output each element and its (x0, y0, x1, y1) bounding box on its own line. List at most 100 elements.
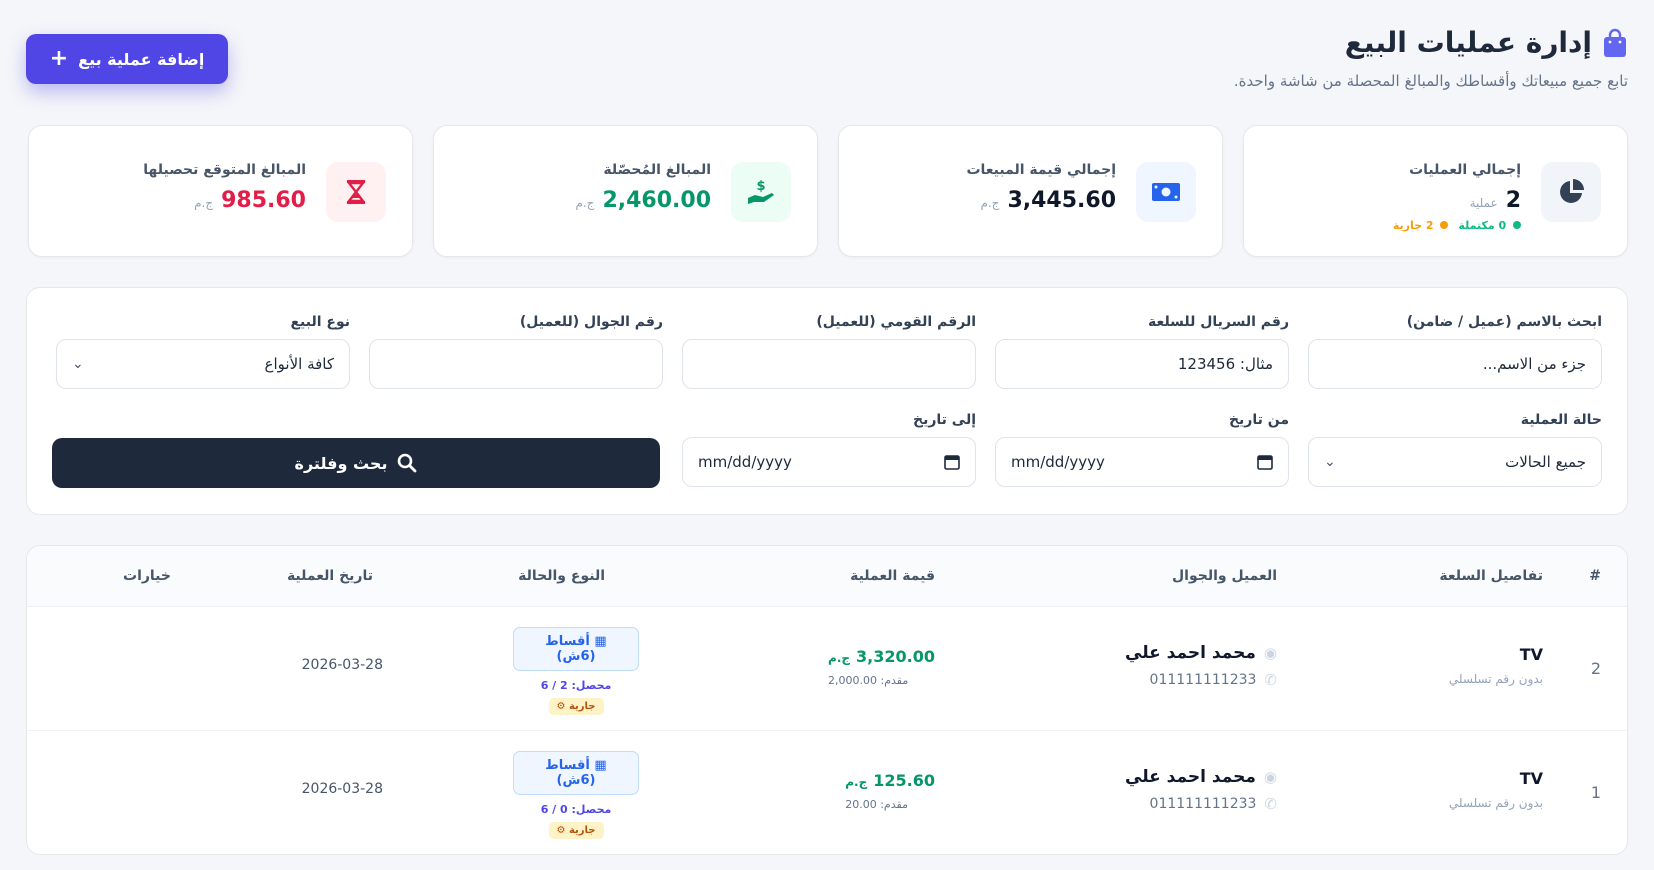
amount-row: 3,320.00 ج.م (828, 647, 935, 666)
search-filter-button[interactable]: بحث وفلترة (52, 438, 660, 488)
phone-label: رقم الجوال (للعميل) (519, 314, 663, 330)
calendar-icon[interactable] (1257, 454, 1273, 470)
status-badge: جارية ⚙ (548, 698, 604, 715)
ongoing-number: 2 (1425, 219, 1434, 232)
to-date-field: إلى تاريخ mm/dd/yyyy (682, 412, 976, 487)
pie-chart-icon (1541, 162, 1601, 222)
stat-value-row: 3,445.60 ج.م (966, 188, 1116, 213)
column-header-index: # (1589, 568, 1601, 584)
stat-label: إجمالي العمليات (1409, 162, 1521, 178)
stat-value-row: 985.60 ج.م (143, 188, 306, 213)
sale-type-value: كافة الأنواع (264, 355, 334, 373)
name-search-label: ابحث بالاسم (عميل / ضامن) (1406, 314, 1602, 330)
customer-name[interactable]: محمد احمد علي (1125, 767, 1256, 787)
table-row[interactable]: 1 TV بدون رقم تسلسلي ◉ محمد احمد علي ✆ 0… (27, 731, 1627, 854)
from-date-input[interactable]: mm/dd/yyyy (995, 437, 1289, 487)
customer-phone: 011111111233 (1149, 796, 1257, 812)
column-header-type-status: النوع والحالة (518, 568, 605, 584)
customer-name-row: ◉ محمد احمد علي (1125, 643, 1277, 663)
add-sale-label: إضافة عملية بيع (78, 49, 205, 69)
national-id-field: الرقم القومي (للعميل) (682, 314, 976, 389)
collected-count: محصل: 2 / 6 (540, 679, 612, 692)
from-date-label: من تاريخ (1228, 412, 1289, 428)
stat-text: إجمالي العمليات 2 عملية 0 مكتملة 2 جارية (1393, 162, 1521, 232)
calendar-icon: ▦ (594, 634, 607, 649)
date-cell: 2026-03-28 (301, 781, 383, 797)
amount-value: 3,320.00 (856, 647, 935, 666)
row-index: 2 (1590, 659, 1601, 678)
stat-text: إجمالي قيمة المبيعات 3,445.60 ج.م (966, 162, 1116, 213)
customer-cell: ◉ محمد احمد علي ✆ 011111111233 (1125, 643, 1277, 689)
calendar-icon: ▦ (594, 758, 607, 773)
item-cell: TV بدون رقم تسلسلي (1449, 645, 1543, 686)
installment-type-label: أقساط (6ش) (545, 634, 596, 664)
amount-unit: ج.م (828, 651, 851, 665)
stat-unit: ج.م (980, 196, 1000, 210)
amount-value: 125.60 (873, 771, 935, 790)
shopping-bag-icon (1604, 28, 1626, 57)
phone-input[interactable] (369, 339, 663, 389)
deposit: مقدم: 20.00 (845, 798, 908, 811)
amount-cell: 3,320.00 ج.م مقدم: 2,000.00 (828, 647, 935, 687)
search-filter-label: بحث وفلترة (294, 453, 388, 473)
item-serial: بدون رقم تسلسلي (1448, 796, 1543, 810)
serial-label: رقم السريال للسلعة (1148, 314, 1289, 330)
user-circle-icon: ◉ (1263, 644, 1277, 662)
from-date-field: من تاريخ mm/dd/yyyy (995, 412, 1289, 487)
amount-cell: 125.60 ج.م مقدم: 20.00 (845, 771, 935, 811)
title-row: إدارة عمليات البيع (1345, 26, 1628, 59)
to-date-input[interactable]: mm/dd/yyyy (682, 437, 976, 487)
stat-text: المبالغ المُحصّلة 2,460.00 ج.م (575, 162, 711, 213)
status-label: حالة العملية (1520, 412, 1602, 428)
hand-dollar-icon: $ (731, 162, 791, 222)
status-value: جميع الحالات (1505, 453, 1586, 471)
table-row[interactable]: 2 TV بدون رقم تسلسلي ◉ محمد احمد علي ✆ 0… (27, 607, 1627, 731)
phone-icon: ✆ (1264, 795, 1277, 813)
money-bill-icon (1136, 162, 1196, 222)
column-header-date: تاريخ العملية (286, 568, 373, 584)
status-select[interactable]: جميع الحالات ⌄ (1308, 437, 1602, 487)
user-circle-icon: ◉ (1263, 768, 1277, 786)
stat-card-collected: $ المبالغ المُحصّلة 2,460.00 ج.م (433, 125, 818, 257)
sale-type-field: نوع البيع كافة الأنواع ⌄ (56, 314, 350, 389)
customer-name-row: ◉ محمد احمد علي (1125, 767, 1277, 787)
spinner-icon: ⚙ (556, 825, 566, 836)
column-header-amount: قيمة العملية (850, 568, 935, 584)
from-date-value: mm/dd/yyyy (1011, 453, 1105, 471)
item-name: TV (1519, 645, 1543, 664)
spinner-icon: ⚙ (556, 701, 566, 712)
column-header-options: خيارات (123, 568, 171, 584)
stat-label: المبالغ المتوقع تحصيلها (143, 162, 306, 178)
sale-type-label: نوع البيع (290, 314, 350, 330)
stat-label: إجمالي قيمة المبيعات (966, 162, 1116, 178)
status-field: حالة العملية جميع الحالات ⌄ (1308, 412, 1602, 487)
stat-card-total-sales: إجمالي قيمة المبيعات 3,445.60 ج.م (838, 125, 1223, 257)
sales-table: # تفاصيل السلعة العميل والجوال قيمة العم… (26, 545, 1628, 855)
national-id-input[interactable] (682, 339, 976, 389)
customer-phone-row: ✆ 011111111233 (1125, 671, 1277, 689)
add-sale-button[interactable]: إضافة عملية بيع + (26, 34, 228, 84)
stat-text: المبالغ المتوقع تحصيلها 985.60 ج.م (143, 162, 306, 213)
installment-type-badge: ▦ أقساط (6ش) (513, 627, 639, 671)
amount-unit: ج.م (845, 775, 868, 789)
calendar-icon[interactable] (944, 454, 960, 470)
collected-count: محصل: 0 / 6 (540, 803, 612, 816)
national-id-label: الرقم القومي (للعميل) (816, 314, 976, 330)
to-date-value: mm/dd/yyyy (698, 453, 792, 471)
stat-value: 2 (1505, 188, 1521, 213)
filter-panel: ابحث بالاسم (عميل / ضامن) رقم السريال لل… (26, 287, 1628, 515)
svg-text:$: $ (756, 179, 765, 194)
item-name: TV (1519, 769, 1543, 788)
customer-name[interactable]: محمد احمد علي (1125, 643, 1256, 663)
installment-type-badge: ▦ أقساط (6ش) (513, 751, 639, 795)
date-cell: 2026-03-28 (301, 657, 383, 673)
phone-icon: ✆ (1264, 671, 1277, 689)
name-search-input[interactable] (1308, 339, 1602, 389)
stat-value-row: 2 عملية (1393, 188, 1521, 213)
sale-type-select[interactable]: كافة الأنواع ⌄ (56, 339, 350, 389)
stat-value: 3,445.60 (1007, 188, 1116, 213)
search-icon (398, 453, 417, 473)
stat-card-expected: المبالغ المتوقع تحصيلها 985.60 ج.م (28, 125, 413, 257)
serial-input[interactable] (995, 339, 1289, 389)
status-label: جارية (568, 825, 596, 836)
